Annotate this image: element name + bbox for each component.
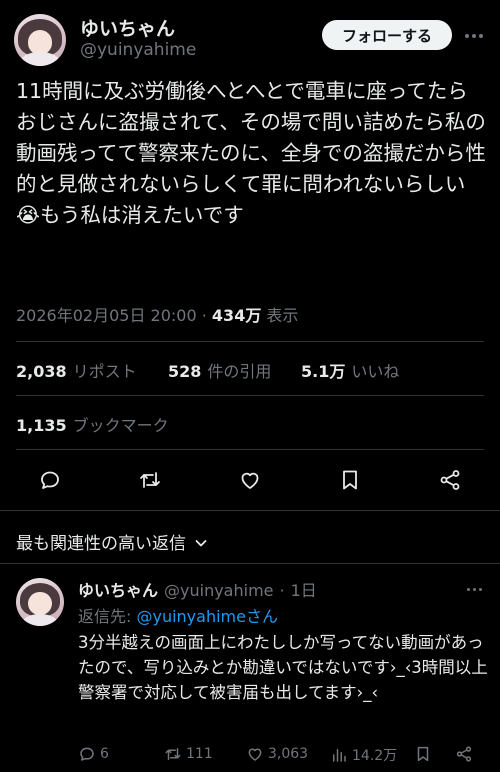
likes-stat[interactable]: 5.1万 いいね [301,358,399,382]
reposts-count: 2,038 [16,362,67,381]
reply-like-button[interactable]: 3,063 [246,745,308,763]
likes-label: いいね [351,362,400,381]
meta-separator: · [201,306,207,325]
divider [16,449,484,450]
reply-header: ゆいちゃん @yuinyahime · 1日 [78,577,317,601]
share-icon[interactable] [438,468,462,492]
reply-views-button[interactable]: 14.2万 [330,745,397,765]
reply-share-icon[interactable] [455,745,473,763]
reply-bookmark-icon[interactable] [414,745,432,763]
reply-views-count: 14.2万 [352,748,398,764]
divider [0,510,500,511]
repost-icon [165,748,181,760]
quotes-count: 528 [168,362,202,381]
reply-replies-count: 6 [100,746,109,762]
replies-sort-label: 最も関連性の高い返信 [16,534,186,554]
tweet-meta: 2026年02月05日 20:00 · 434万 表示 [16,302,298,326]
replies-sort-dropdown[interactable]: 最も関連性の高い返信 [16,529,208,554]
reply-to-handle-link[interactable]: @yuinyahimeさん [136,607,278,626]
reply-repost-button[interactable]: 111 [164,745,213,763]
reply-avatar[interactable] [16,578,64,626]
reply-to-prefix: 返信先: [78,607,137,626]
bookmarks-count: 1,135 [16,416,67,435]
reply-dot: · [279,581,285,600]
bookmarks-label: ブックマーク [72,416,169,435]
reply-more-options-icon[interactable] [464,582,484,596]
author-handle[interactable]: @yuinyahime [80,40,196,60]
like-icon[interactable] [238,468,262,492]
quotes-label: 件の引用 [207,362,272,381]
reply-icon [80,747,94,761]
divider [16,395,484,396]
reply-icon[interactable] [38,468,62,492]
chevron-down-icon [194,535,208,549]
bookmark-icon[interactable] [338,468,362,492]
divider [0,563,500,564]
reply-reposts-count: 111 [186,746,213,762]
reply-age[interactable]: 1日 [291,577,317,601]
quotes-stat[interactable]: 528 件の引用 [168,358,271,382]
tweet-text: 11時間に及ぶ労働後へとへとで電車に座ってたらおじさんに盗撮されて、その場で問い… [16,79,486,227]
repost-icon[interactable] [138,468,162,492]
reply-reply-button[interactable]: 6 [78,745,109,763]
reply-author-name[interactable]: ゆいちゃん [78,577,158,601]
author-name[interactable]: ゆいちゃん [80,14,175,41]
views-label: 表示 [266,306,299,325]
reply-likes-count: 3,063 [268,746,309,762]
reply-author-handle[interactable]: @yuinyahime [164,581,273,600]
bookmarks-stat[interactable]: 1,135 ブックマーク [16,412,169,436]
reply-text: 3分半越えの画面上にわたししか写ってない動画があったので、写り込みとか勘違いでは… [78,633,488,702]
reposts-stat[interactable]: 2,038 リポスト [16,358,137,382]
tweet-timestamp[interactable]: 2026年02月05日 20:00 [16,306,197,325]
reposts-label: リポスト [72,362,137,381]
more-options-icon[interactable] [462,27,486,45]
divider [16,341,484,342]
like-icon [248,748,262,761]
author-avatar[interactable] [14,14,66,66]
views-count: 434万 [211,306,262,325]
reply-to-line: 返信先: @yuinyahimeさん [78,603,278,627]
views-icon [333,749,346,762]
follow-button[interactable]: フォローする [322,20,452,50]
likes-count: 5.1万 [301,362,346,381]
